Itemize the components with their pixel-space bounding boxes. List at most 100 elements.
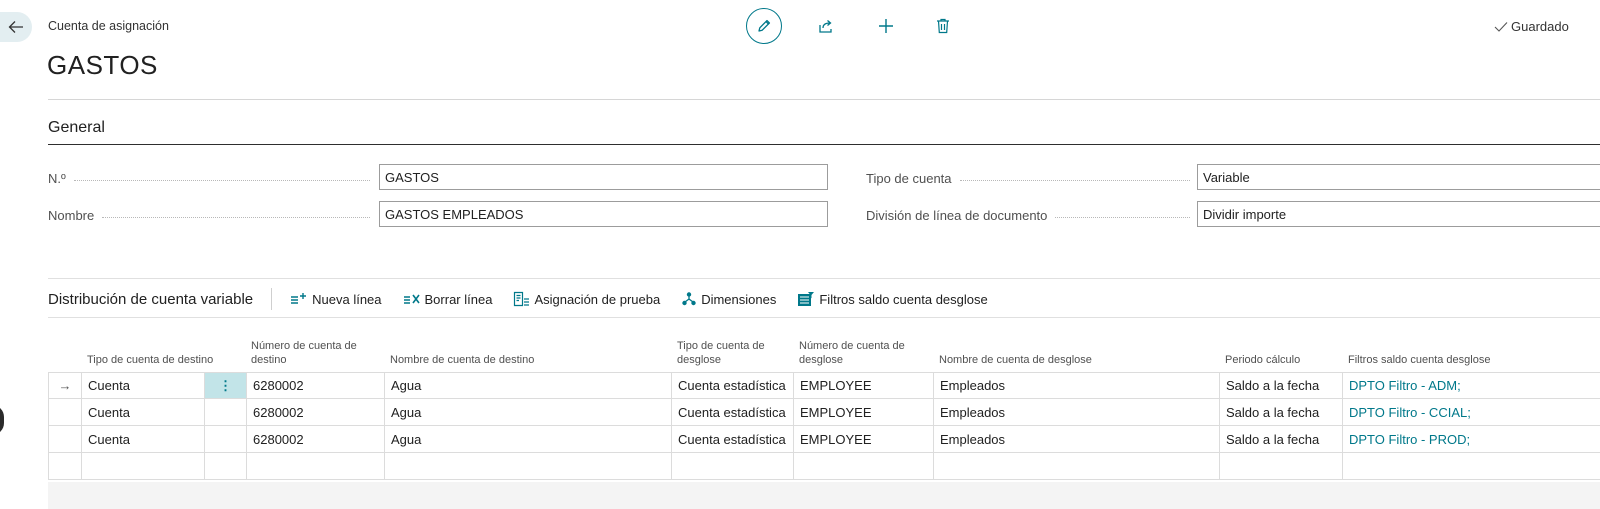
breakdown-name-cell [933,453,1219,480]
balance-filter-link[interactable] [1342,453,1600,480]
new-line-label: Nueva línea [312,291,382,307]
balance-filter-link[interactable]: DPTO Filtro - CCIAL; [1342,399,1600,426]
breakdown-name-cell: Empleados [933,399,1219,426]
trash-icon [937,18,949,34]
column-header-balance-filters[interactable]: Filtros saldo cuenta desglose [1348,353,1598,367]
table-row[interactable]: Cuenta 6280002 Agua Cuenta estadística E… [48,399,1600,426]
calc-period-cell[interactable]: Saldo a la fecha [1219,372,1342,399]
lines-action-bar: Distribución de cuenta variable Nueva lí… [48,288,1009,310]
breakdown-number-cell[interactable]: EMPLOYEE [793,372,933,399]
account-type-label: Tipo de cuenta [866,165,1190,191]
new-line-button[interactable]: Nueva línea [290,291,382,307]
calc-period-cell[interactable]: Saldo a la fecha [1219,426,1342,453]
destination-name-cell: Agua [384,426,671,453]
destination-type-cell[interactable]: Cuenta [81,426,204,453]
row-indicator-cell [48,453,81,480]
table-row-empty[interactable] [48,453,1600,480]
breadcrumb: Cuenta de asignación [48,19,169,33]
general-section-divider [48,144,1600,145]
lines-divider-bottom [48,317,1600,318]
row-indicator-cell [48,426,81,453]
destination-type-cell[interactable]: Cuenta [81,399,204,426]
balance-filter-button[interactable]: Filtros saldo cuenta desglose [797,291,988,307]
breakdown-number-cell[interactable] [793,453,933,480]
destination-type-cell[interactable] [81,453,204,480]
column-header-destination-number[interactable]: Número de cuenta de destino [251,339,381,367]
column-header-destination-name[interactable]: Nombre de cuenta de destino [390,353,670,367]
back-button[interactable] [0,12,32,42]
destination-name-cell: Agua [384,399,671,426]
breakdown-type-cell[interactable] [671,453,793,480]
destination-number-cell[interactable]: 6280002 [246,426,384,453]
no-field[interactable]: GASTOS [379,164,828,190]
grid-header-row: Tipo de cuenta de destino Número de cuen… [48,332,1600,372]
dimensions-label: Dimensiones [701,291,777,307]
label-leader-dots [959,179,1190,181]
edit-button[interactable] [746,8,782,44]
test-allocation-icon [514,291,530,307]
destination-name-cell: Agua [384,372,671,399]
breakdown-type-cell[interactable]: Cuenta estadística [671,426,793,453]
plus-icon [879,19,893,33]
dimensions-button[interactable]: Dimensiones [681,291,776,307]
column-header-breakdown-type[interactable]: Tipo de cuenta de desglose [677,339,792,367]
breakdown-type-cell[interactable]: Cuenta estadística [671,399,793,426]
balance-filter-label: Filtros saldo cuenta desglose [819,291,988,307]
account-type-label-text: Tipo de cuenta [866,170,952,186]
general-section-title[interactable]: General [48,119,105,137]
lines-divider-top [48,278,1600,279]
no-field-label-text: N.º [48,170,66,186]
label-leader-dots [102,216,370,218]
page-title: GASTOS [47,50,158,80]
action-bar-separator [271,288,273,310]
title-divider [48,99,1600,100]
destination-number-cell[interactable]: 6280002 [246,399,384,426]
breakdown-number-cell[interactable]: EMPLOYEE [793,399,933,426]
account-type-field[interactable]: Variable [1197,164,1600,190]
column-header-destination-type[interactable]: Tipo de cuenta de destino [87,353,237,367]
test-allocation-label: Asignación de prueba [534,291,661,307]
row-menu-cell[interactable] [204,399,246,426]
pencil-icon [758,19,771,32]
column-header-calc-period[interactable]: Periodo cálculo [1225,353,1340,367]
new-button[interactable] [876,16,896,36]
label-leader-dots [73,179,370,181]
document-line-split-field[interactable]: Dividir importe [1197,201,1600,227]
share-button[interactable] [816,16,836,36]
column-header-breakdown-number[interactable]: Número de cuenta de desglose [799,339,929,367]
name-field[interactable]: GASTOS EMPLEADOS [379,201,828,227]
dimensions-icon [682,292,696,306]
new-line-icon [291,293,307,304]
test-allocation-button[interactable]: Asignación de prueba [513,291,660,307]
checkmark-icon [1494,21,1508,32]
name-field-label-text: Nombre [48,207,95,223]
row-indicator-arrow-icon: → [48,372,81,399]
document-line-split-label-text: División de línea de documento [866,207,1048,223]
breakdown-number-cell[interactable]: EMPLOYEE [793,426,933,453]
destination-number-cell[interactable]: 6280002 [246,372,384,399]
breakdown-name-cell: Empleados [933,372,1219,399]
row-menu-button[interactable]: ⋮ [204,372,246,399]
row-menu-cell[interactable] [204,453,246,480]
side-handle[interactable] [0,405,4,435]
calc-period-cell[interactable] [1219,453,1342,480]
table-row[interactable]: Cuenta 6280002 Agua Cuenta estadística E… [48,426,1600,453]
calc-period-cell[interactable]: Saldo a la fecha [1219,399,1342,426]
balance-filter-link[interactable]: DPTO Filtro - PROD; [1342,426,1600,453]
label-leader-dots [1055,216,1190,218]
delete-line-button[interactable]: Borrar línea [403,292,492,307]
destination-number-cell[interactable] [246,453,384,480]
column-header-breakdown-name[interactable]: Nombre de cuenta de desglose [939,353,1219,367]
filter-icon [798,292,815,306]
name-field-label: Nombre [48,202,370,228]
row-indicator-cell [48,399,81,426]
lines-section-title[interactable]: Distribución de cuenta variable [48,291,253,308]
destination-type-cell[interactable]: Cuenta [81,372,204,399]
page-toolbar [746,7,953,45]
breakdown-type-cell[interactable]: Cuenta estadística [671,372,793,399]
delete-button[interactable] [933,16,953,36]
destination-name-cell [384,453,671,480]
table-row[interactable]: → Cuenta ⋮ 6280002 Agua Cuenta estadísti… [48,372,1600,399]
row-menu-cell[interactable] [204,426,246,453]
balance-filter-link[interactable]: DPTO Filtro - ADM; [1342,372,1600,399]
